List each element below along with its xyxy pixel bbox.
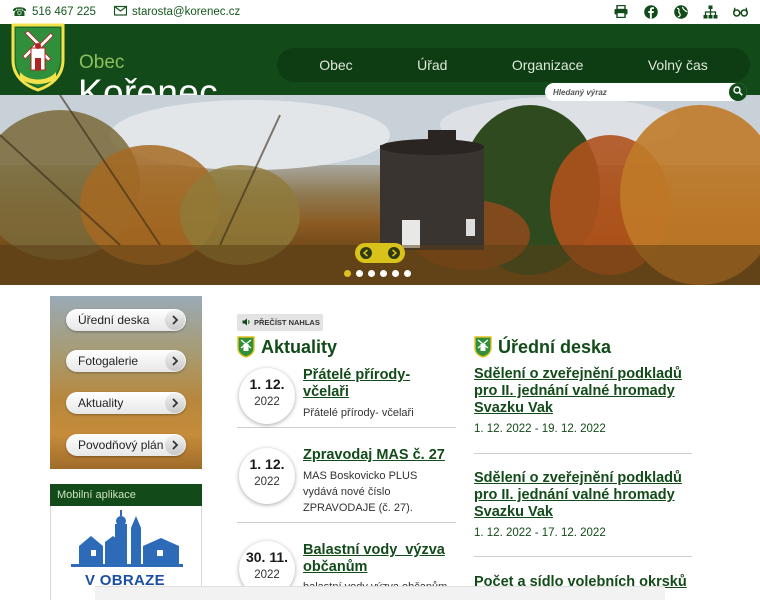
news-section-heading: Aktuality xyxy=(237,336,337,358)
search-input[interactable] xyxy=(553,86,723,98)
quick-link-povodnovy-plan[interactable]: Povodňový plán xyxy=(66,434,186,456)
date-day: 30. 11. xyxy=(245,549,289,565)
board-dates: 1. 12. 2022 - 17. 12. 2022 xyxy=(474,527,606,539)
chevron-right-icon xyxy=(165,435,185,455)
arrow-right-icon xyxy=(392,249,398,257)
news-title-link[interactable]: Zpravodaj MAS č. 27 xyxy=(303,447,453,464)
phone-icon: ☎ xyxy=(12,5,27,19)
email-icon xyxy=(113,5,128,19)
quick-link-uredni-deska[interactable]: Úřední deska xyxy=(66,309,186,331)
phone-number: 516 467 225 xyxy=(31,6,96,18)
quick-link-label: Úřední deska xyxy=(78,313,150,327)
board-item[interactable]: Sdělení o zveřejnění podkladů pro II. je… xyxy=(474,470,692,557)
date-year: 2022 xyxy=(254,396,280,408)
quick-links-panel: Úřední deska Fotogalerie Aktuality Povod… xyxy=(50,296,202,469)
quick-link-label: Fotogalerie xyxy=(78,354,139,368)
search-box xyxy=(545,83,747,101)
slider-dot[interactable] xyxy=(344,270,351,277)
chevron-right-icon xyxy=(165,393,185,413)
email-address: starosta@korenec.cz xyxy=(132,6,241,18)
board-dates: 1. 12. 2022 - 19. 12. 2022 xyxy=(474,423,606,435)
board-section-heading: Úřední deska xyxy=(474,336,611,358)
nav-item-urad[interactable]: Úřad xyxy=(417,57,447,73)
board-heading-text: Úřední deska xyxy=(498,336,612,357)
date-day: 1. 12. xyxy=(249,376,285,392)
speaker-icon xyxy=(242,318,251,328)
accessibility-glasses-icon[interactable] xyxy=(733,4,748,19)
slider-next-button[interactable] xyxy=(388,247,400,259)
printer-icon[interactable] xyxy=(613,4,628,19)
read-aloud-label: PŘEČÍST NAHLAS xyxy=(254,318,320,327)
read-aloud-button[interactable]: PŘEČÍST NAHLAS xyxy=(237,314,323,331)
slider-dot[interactable] xyxy=(404,270,411,277)
news-item[interactable]: 1. 12. 2022 Zpravodaj MAS č. 27 MAS Bosk… xyxy=(237,440,456,523)
news-item[interactable]: 1. 12. 2022 Přátelé přírody- včelaři Přá… xyxy=(237,362,456,428)
board-title-link[interactable]: Sdělení o zveřejnění podkladů pro II. je… xyxy=(474,366,692,417)
board-title-link[interactable]: Sdělení o zveřejnění podkladů pro II. je… xyxy=(474,470,692,521)
nav-item-volny-cas[interactable]: Volný čas xyxy=(648,57,708,73)
news-description: Přátelé přírody- včelaři xyxy=(303,407,414,419)
slider-dot[interactable] xyxy=(380,270,387,277)
cookie-bar xyxy=(95,586,665,600)
utility-icons xyxy=(613,4,748,19)
language-globe-icon[interactable] xyxy=(673,4,688,19)
news-description: MAS Boskovicko PLUS vydává nové číslo ZP… xyxy=(303,470,418,514)
slider-dot[interactable] xyxy=(356,270,363,277)
news-heading-text: Aktuality xyxy=(261,336,338,357)
municipality-prefix: Obec xyxy=(79,52,125,73)
main-navigation: Obec Úřad Organizace Volný čas xyxy=(277,48,750,82)
quick-link-label: Povodňový plán xyxy=(78,438,164,452)
date-badge: 1. 12. 2022 xyxy=(239,368,295,424)
crest-icon xyxy=(237,336,255,358)
date-year: 2022 xyxy=(254,569,280,581)
search-icon xyxy=(733,83,743,101)
arrow-left-icon xyxy=(362,249,368,257)
slider-prev-button[interactable] xyxy=(360,247,372,259)
village-illustration-icon xyxy=(71,510,183,567)
slider-arrows xyxy=(355,243,405,263)
quick-link-label: Aktuality xyxy=(78,396,124,410)
slider-dot[interactable] xyxy=(392,270,399,277)
chevron-right-icon xyxy=(165,351,185,371)
nav-item-obec[interactable]: Obec xyxy=(319,57,352,73)
date-day: 1. 12. xyxy=(249,456,285,472)
date-badge: 1. 12. 2022 xyxy=(239,448,295,504)
slider-dot[interactable] xyxy=(368,270,375,277)
nav-item-organizace[interactable]: Organizace xyxy=(512,57,584,73)
news-title-link[interactable]: Balastní vody_výzva občanům xyxy=(303,542,453,576)
facebook-icon[interactable] xyxy=(643,4,658,19)
date-year: 2022 xyxy=(254,476,280,488)
email-contact[interactable]: starosta@korenec.cz xyxy=(113,5,241,19)
quick-link-fotogalerie[interactable]: Fotogalerie xyxy=(66,350,186,372)
mobile-app-heading: Mobilní aplikace xyxy=(50,484,202,506)
chevron-right-icon xyxy=(165,310,185,330)
quick-link-aktuality[interactable]: Aktuality xyxy=(66,392,186,414)
slider-pagination xyxy=(344,270,411,277)
municipality-crest-icon[interactable] xyxy=(10,22,66,92)
phone-contact[interactable]: ☎ 516 467 225 xyxy=(12,5,96,19)
news-title-link[interactable]: Přátelé přírody- včelaři xyxy=(303,367,421,401)
utility-bar: ☎ 516 467 225 starosta@korenec.cz xyxy=(0,0,760,24)
sitemap-icon[interactable] xyxy=(703,4,718,19)
crest-icon xyxy=(474,336,492,358)
search-button[interactable] xyxy=(729,83,747,101)
board-item[interactable]: Sdělení o zveřejnění podkladů pro II. je… xyxy=(474,366,692,454)
